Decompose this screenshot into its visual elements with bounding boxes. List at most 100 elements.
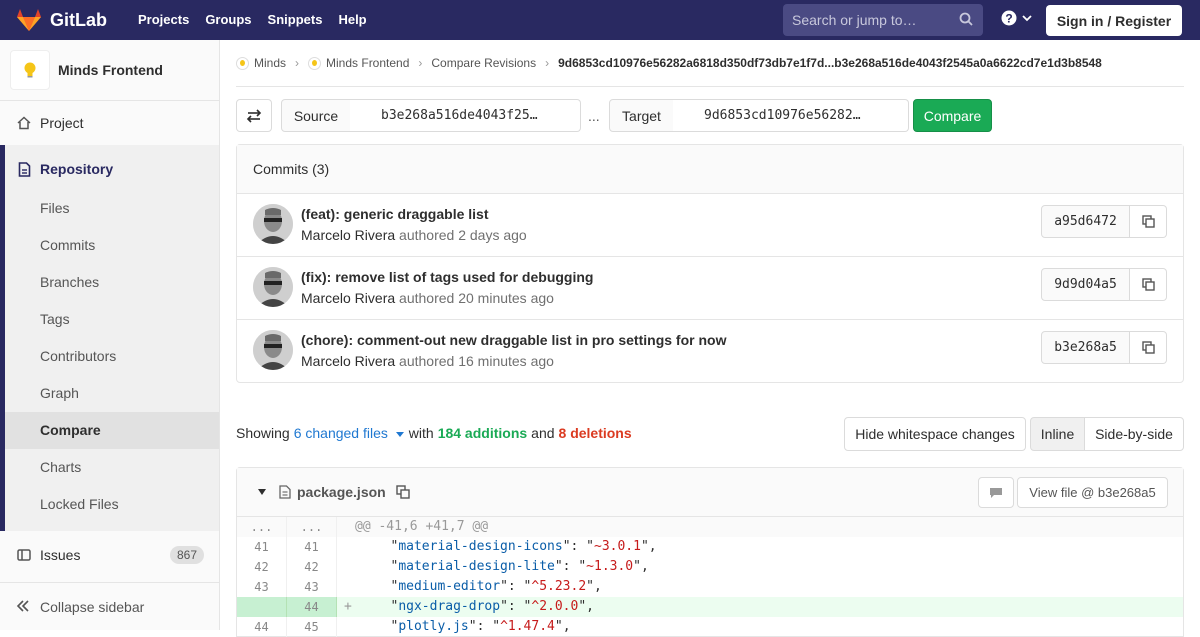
breadcrumb-label: Minds Frontend xyxy=(326,56,410,70)
commits-list: Commits (3) (feat): generic draggable li… xyxy=(236,144,1184,383)
commit-title[interactable]: (feat): generic draggable list xyxy=(301,206,488,222)
avatar[interactable] xyxy=(253,330,293,370)
diff-line: 42 42 "material-design-lite": "~1.3.0", xyxy=(237,557,1183,577)
sidebar-item-commits[interactable]: Commits xyxy=(40,237,95,253)
nav-help[interactable]: Help xyxy=(330,0,374,40)
new-line-number[interactable]: 43 xyxy=(287,577,337,597)
chevron-right-icon: › xyxy=(545,56,550,70)
view-file-button[interactable]: View file @ b3e268a5 xyxy=(1017,477,1168,508)
stats-showing: Showing xyxy=(236,425,290,441)
diff-file: package.json View file @ b3e268a5 ... ..… xyxy=(236,467,1184,637)
old-line-number[interactable]: 41 xyxy=(237,537,287,557)
copy-sha-button[interactable] xyxy=(1130,331,1167,364)
commit-sha[interactable]: 9d9d04a5 xyxy=(1041,268,1130,301)
project-header[interactable]: Minds Frontend xyxy=(0,40,219,101)
logo-text: GitLab xyxy=(50,9,107,30)
top-navbar: GitLab Projects Groups Snippets Help Sea… xyxy=(0,0,1200,40)
sidebar-item-repository[interactable]: Repository xyxy=(0,157,219,181)
json-value: ~1.3.0 xyxy=(586,559,634,574)
collapse-label: Collapse sidebar xyxy=(40,598,145,615)
nav-projects[interactable]: Projects xyxy=(130,0,197,40)
diff-file-name[interactable]: package.json xyxy=(297,484,386,500)
comment-button[interactable] xyxy=(978,477,1014,508)
commit-author[interactable]: Marcelo Rivera xyxy=(301,353,395,369)
document-icon xyxy=(16,161,32,177)
sidebar-item-locked-files[interactable]: Locked Files xyxy=(40,496,119,512)
home-icon xyxy=(16,115,32,131)
swap-revisions-button[interactable] xyxy=(236,99,272,132)
avatar[interactable] xyxy=(253,204,293,244)
sidebar-item-graph[interactable]: Graph xyxy=(40,385,79,401)
changed-files-label: 6 changed files xyxy=(293,425,388,441)
sidebar-item-compare[interactable]: Compare xyxy=(40,422,101,438)
inline-view-button[interactable]: Inline xyxy=(1030,417,1085,451)
target-label: Target xyxy=(609,99,674,132)
json-value: ^2.0.0 xyxy=(531,599,579,614)
commit-sha[interactable]: a95d6472 xyxy=(1041,205,1130,238)
hide-whitespace-button[interactable]: Hide whitespace changes xyxy=(844,417,1026,451)
breadcrumb-minds[interactable]: Minds xyxy=(236,56,286,70)
commit-time: 16 minutes ago xyxy=(458,353,554,369)
search-icon xyxy=(959,12,973,29)
collapse-sidebar-button[interactable]: Collapse sidebar xyxy=(0,582,219,630)
compare-button[interactable]: Compare xyxy=(913,99,992,132)
breadcrumb-minds-frontend[interactable]: Minds Frontend xyxy=(308,56,409,70)
changed-files-dropdown[interactable]: 6 changed files xyxy=(294,425,405,441)
help-dropdown[interactable]: ? xyxy=(1001,10,1033,26)
old-line-number[interactable]: ... xyxy=(237,517,287,537)
commit-author[interactable]: Marcelo Rivera xyxy=(301,290,395,306)
caret-down-icon[interactable] xyxy=(257,488,267,496)
commit-author[interactable]: Marcelo Rivera xyxy=(301,227,395,243)
commit-row: (chore): comment-out new draggable list … xyxy=(237,320,1183,383)
chevron-right-icon: › xyxy=(295,56,300,70)
copy-icon xyxy=(1141,215,1155,228)
line-code: + "ngx-drag-drop": "^2.0.0", xyxy=(337,597,594,617)
additions-count: 184 additions xyxy=(437,425,528,441)
copy-icon[interactable] xyxy=(396,485,410,499)
commit-action: authored xyxy=(399,290,455,306)
json-value: ^5.23.2 xyxy=(531,579,587,594)
commit-time: 2 days ago xyxy=(458,227,527,243)
caret-down-icon xyxy=(395,432,404,437)
breadcrumb-compare-revisions[interactable]: Compare Revisions xyxy=(431,56,536,70)
breadcrumb-current[interactable]: 9d6853cd10976e56282a6818d350df73db7e1f7d… xyxy=(558,56,1102,70)
json-key: material-design-lite xyxy=(398,559,555,574)
chevron-right-icon: › xyxy=(418,56,423,70)
avatar[interactable] xyxy=(253,267,293,307)
sidebar-item-contributors[interactable]: Contributors xyxy=(40,348,116,364)
new-line-number[interactable]: 44 xyxy=(287,597,337,617)
gitlab-logo[interactable]: GitLab xyxy=(16,0,107,40)
search-input[interactable]: Search or jump to… xyxy=(783,4,983,36)
old-line-number[interactable] xyxy=(237,597,287,617)
nav-snippets[interactable]: Snippets xyxy=(260,0,331,40)
source-ref-dropdown[interactable]: b3e268a516de4043f25… xyxy=(350,99,581,132)
sign-in-button[interactable]: Sign in / Register xyxy=(1046,5,1182,36)
copy-sha-button[interactable] xyxy=(1130,205,1167,238)
sidebar-item-issues[interactable]: Issues 867 xyxy=(0,543,219,567)
json-value: ~3.0.1 xyxy=(594,539,641,554)
new-line-number[interactable]: 42 xyxy=(287,557,337,577)
new-line-number[interactable]: ... xyxy=(287,517,337,537)
file-icon xyxy=(279,485,291,499)
commit-meta: Marcelo Rivera authored 20 minutes ago xyxy=(301,290,554,306)
target-ref-dropdown[interactable]: 9d6853cd10976e56282… xyxy=(673,99,909,132)
side-by-side-button[interactable]: Side-by-side xyxy=(1084,417,1184,451)
new-line-number[interactable]: 41 xyxy=(287,537,337,557)
nav-groups[interactable]: Groups xyxy=(197,0,259,40)
commit-title[interactable]: (fix): remove list of tags used for debu… xyxy=(301,269,593,285)
copy-sha-button[interactable] xyxy=(1130,268,1167,301)
sidebar-item-charts[interactable]: Charts xyxy=(40,459,81,475)
sidebar-item-tags[interactable]: Tags xyxy=(40,311,70,327)
lightbulb-icon xyxy=(24,62,36,78)
old-line-number[interactable]: 42 xyxy=(237,557,287,577)
sidebar-item-project[interactable]: Project xyxy=(0,111,219,135)
sidebar: Minds Frontend Project Repository Files … xyxy=(0,40,220,630)
hunk-text: @@ -41,6 +41,7 @@ xyxy=(355,519,489,534)
commit-sha[interactable]: b3e268a5 xyxy=(1041,331,1130,364)
new-line-number[interactable]: 45 xyxy=(287,617,337,637)
old-line-number[interactable]: 43 xyxy=(237,577,287,597)
old-line-number[interactable]: 44 xyxy=(237,617,287,637)
sidebar-item-files[interactable]: Files xyxy=(40,200,70,216)
commit-title[interactable]: (chore): comment-out new draggable list … xyxy=(301,332,726,348)
sidebar-item-branches[interactable]: Branches xyxy=(40,274,99,290)
